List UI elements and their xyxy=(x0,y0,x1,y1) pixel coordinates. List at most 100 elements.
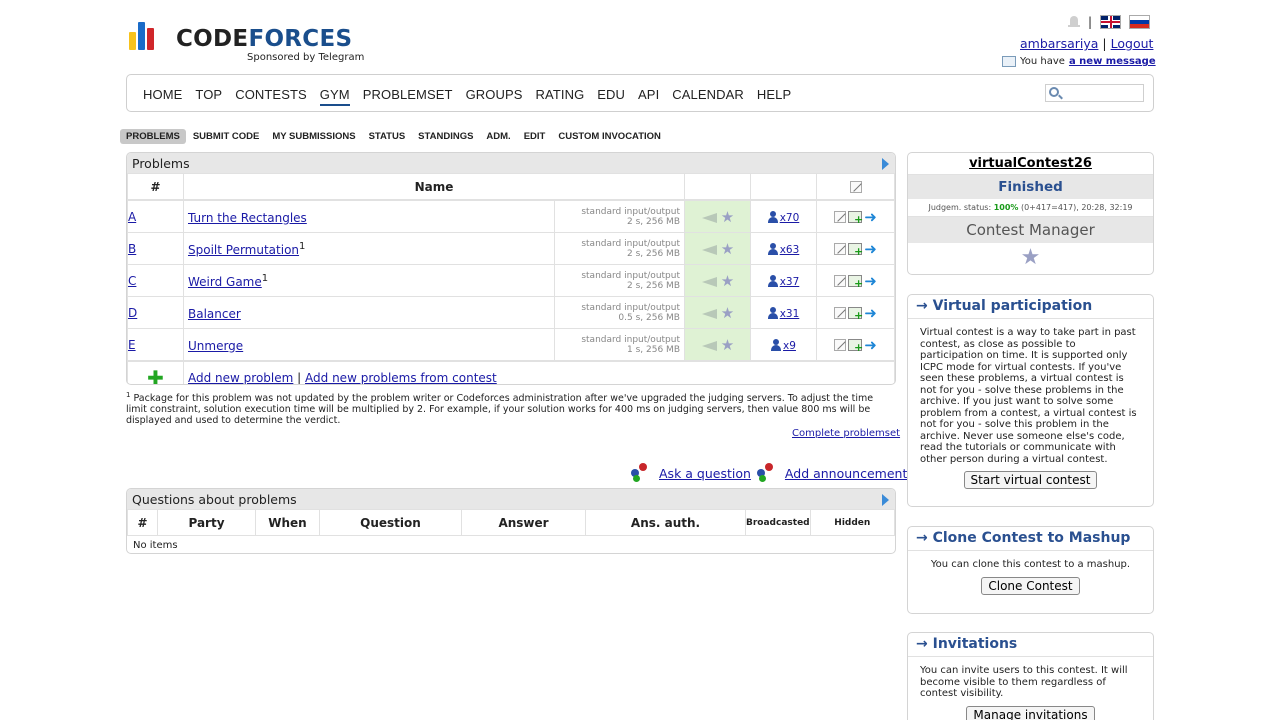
problem-name-link[interactable]: Spoilt Permutation xyxy=(188,243,299,257)
submit-plane-icon[interactable] xyxy=(701,210,717,224)
favourite-star-icon[interactable]: ★ xyxy=(721,272,734,290)
menu-groups[interactable]: GROUPS xyxy=(466,87,523,106)
complete-problemset-link[interactable]: Complete problemset xyxy=(792,428,900,439)
submit-plane-icon[interactable] xyxy=(701,338,717,352)
tab-status[interactable]: STATUS xyxy=(363,129,412,144)
expand-arrow-icon[interactable] xyxy=(882,494,889,506)
add-icon[interactable] xyxy=(848,242,863,258)
codeforces-logo[interactable]: CODEFORCES Sponsored by Telegram xyxy=(129,22,379,70)
menu-contests[interactable]: CONTESTS xyxy=(235,87,307,106)
add-icon[interactable] xyxy=(848,338,863,354)
clone-contest-button[interactable]: Clone Contest xyxy=(981,576,1080,595)
arrow-right-icon[interactable]: ➜ xyxy=(864,240,877,258)
new-message-link[interactable]: a new message xyxy=(1069,56,1156,67)
edit-icon[interactable] xyxy=(834,338,847,351)
problem-index[interactable]: D xyxy=(127,296,184,329)
logout-link[interactable]: Logout xyxy=(1111,36,1154,51)
submit-plane-icon[interactable] xyxy=(701,242,717,256)
menu-problemset[interactable]: PROBLEMSET xyxy=(363,87,453,106)
english-flag-icon[interactable] xyxy=(1100,15,1122,29)
add-plus-icon[interactable]: ✚ xyxy=(147,366,164,385)
username-link[interactable]: ambarsariya xyxy=(1020,36,1098,51)
problem-index[interactable]: E xyxy=(127,328,184,361)
tab-edit[interactable]: EDIT xyxy=(518,129,552,144)
problem-index[interactable]: C xyxy=(127,264,184,297)
problem-solved-cell[interactable]: x70 xyxy=(750,200,817,233)
arrow-right-icon[interactable]: ➜ xyxy=(864,304,877,322)
submit-plane-icon[interactable] xyxy=(701,306,717,320)
lang-separator: | xyxy=(1088,15,1093,29)
arrow-right-icon[interactable]: ➜ xyxy=(864,272,877,290)
problems-panel: Problems # Name A Turn the Rectangles stan… xyxy=(126,152,896,385)
submit-plane-icon[interactable] xyxy=(701,274,717,288)
edit-icon[interactable] xyxy=(834,242,847,255)
add-announcement-link[interactable]: Add announcement xyxy=(785,466,907,481)
problem-solved-cell[interactable]: x37 xyxy=(750,264,817,297)
menu-api[interactable]: API xyxy=(638,87,659,106)
expand-arrow-icon[interactable] xyxy=(882,158,889,170)
favourite-star-icon[interactable]: ★ xyxy=(721,336,734,354)
problem-name-link[interactable]: Weird Game xyxy=(188,275,262,289)
edit-icon[interactable] xyxy=(834,274,847,287)
solved-count-link[interactable]: x63 xyxy=(780,244,800,256)
problem-solved-cell[interactable]: x9 xyxy=(750,328,817,361)
problem-name-link[interactable]: Unmerge xyxy=(188,339,243,353)
menu-calendar[interactable]: CALENDAR xyxy=(672,87,744,106)
manage-invitations-button[interactable]: Manage invitations xyxy=(966,705,1095,720)
add-from-contest-link[interactable]: Add new problems from contest xyxy=(305,371,497,385)
problem-solved-cell[interactable]: x63 xyxy=(750,232,817,265)
problem-limits: standard input/output 2 s, 256 MB xyxy=(554,264,685,297)
problem-name-link[interactable]: Turn the Rectangles xyxy=(188,211,307,225)
solved-count-link[interactable]: x37 xyxy=(780,276,800,288)
problems-title: Problems xyxy=(127,153,895,173)
contest-name-link[interactable]: virtualContest26 xyxy=(908,153,1153,175)
menu-top[interactable]: TOP xyxy=(195,87,222,106)
notification-bell-icon[interactable] xyxy=(1068,15,1080,29)
problem-solved-cell[interactable]: x31 xyxy=(750,296,817,329)
menu-gym[interactable]: GYM xyxy=(319,87,350,106)
edit-icon[interactable] xyxy=(834,306,847,319)
search-input[interactable] xyxy=(1045,84,1144,102)
edit-icon[interactable] xyxy=(834,210,847,223)
add-icon[interactable] xyxy=(848,210,863,226)
favourite-star-icon[interactable]: ★ xyxy=(721,208,734,226)
solved-count-link[interactable]: x9 xyxy=(783,340,796,352)
solved-count-link[interactable]: x70 xyxy=(780,212,800,224)
tab-adm[interactable]: ADM. xyxy=(480,129,516,144)
favourite-star-icon[interactable]: ★ xyxy=(908,245,1153,270)
add-announcement-icon[interactable] xyxy=(756,463,779,483)
ask-question-link[interactable]: Ask a question xyxy=(659,466,751,481)
problem-name-cell: Balancer xyxy=(183,296,555,329)
solved-count-link[interactable]: x31 xyxy=(780,308,800,320)
arrow-right-icon[interactable]: ➜ xyxy=(864,336,877,354)
questions-panel: Questions about problems # Party When Qu… xyxy=(126,488,896,554)
tab-problems[interactable]: PROBLEMS xyxy=(120,129,186,144)
add-new-problem-link[interactable]: Add new problem xyxy=(188,371,293,385)
tab-my-submissions[interactable]: MY SUBMISSIONS xyxy=(266,129,361,144)
edit-all-icon[interactable] xyxy=(849,181,862,193)
logo-sponsor: Sponsored by Telegram xyxy=(247,52,365,63)
start-virtual-contest-button[interactable]: Start virtual contest xyxy=(963,471,1098,489)
col-tools xyxy=(816,173,895,200)
favourite-star-icon[interactable]: ★ xyxy=(721,304,734,322)
tab-standings[interactable]: STANDINGS xyxy=(412,129,479,144)
q-col-when: When xyxy=(255,509,320,536)
problem-footnote-mark: 1 xyxy=(299,240,306,252)
menu-rating[interactable]: RATING xyxy=(536,87,585,106)
add-icon[interactable] xyxy=(848,306,863,322)
arrow-right-icon[interactable]: ➜ xyxy=(864,208,877,226)
menu-home[interactable]: HOME xyxy=(143,87,182,106)
favourite-star-icon[interactable]: ★ xyxy=(721,240,734,258)
q-col-answer: Answer xyxy=(461,509,586,536)
problem-name-link[interactable]: Balancer xyxy=(188,307,241,321)
problem-index[interactable]: B xyxy=(127,232,184,265)
tab-custom-invocation[interactable]: CUSTOM INVOCATION xyxy=(552,129,667,144)
add-icon[interactable] xyxy=(848,274,863,290)
ask-question-icon[interactable] xyxy=(631,463,653,483)
tab-submit-code[interactable]: SUBMIT CODE xyxy=(187,129,266,144)
russian-flag-icon[interactable] xyxy=(1129,15,1151,29)
menu-edu[interactable]: EDU xyxy=(597,87,625,106)
problem-tools: ➜ xyxy=(816,328,895,361)
menu-help[interactable]: HELP xyxy=(757,87,791,106)
problem-index[interactable]: A xyxy=(127,200,184,233)
